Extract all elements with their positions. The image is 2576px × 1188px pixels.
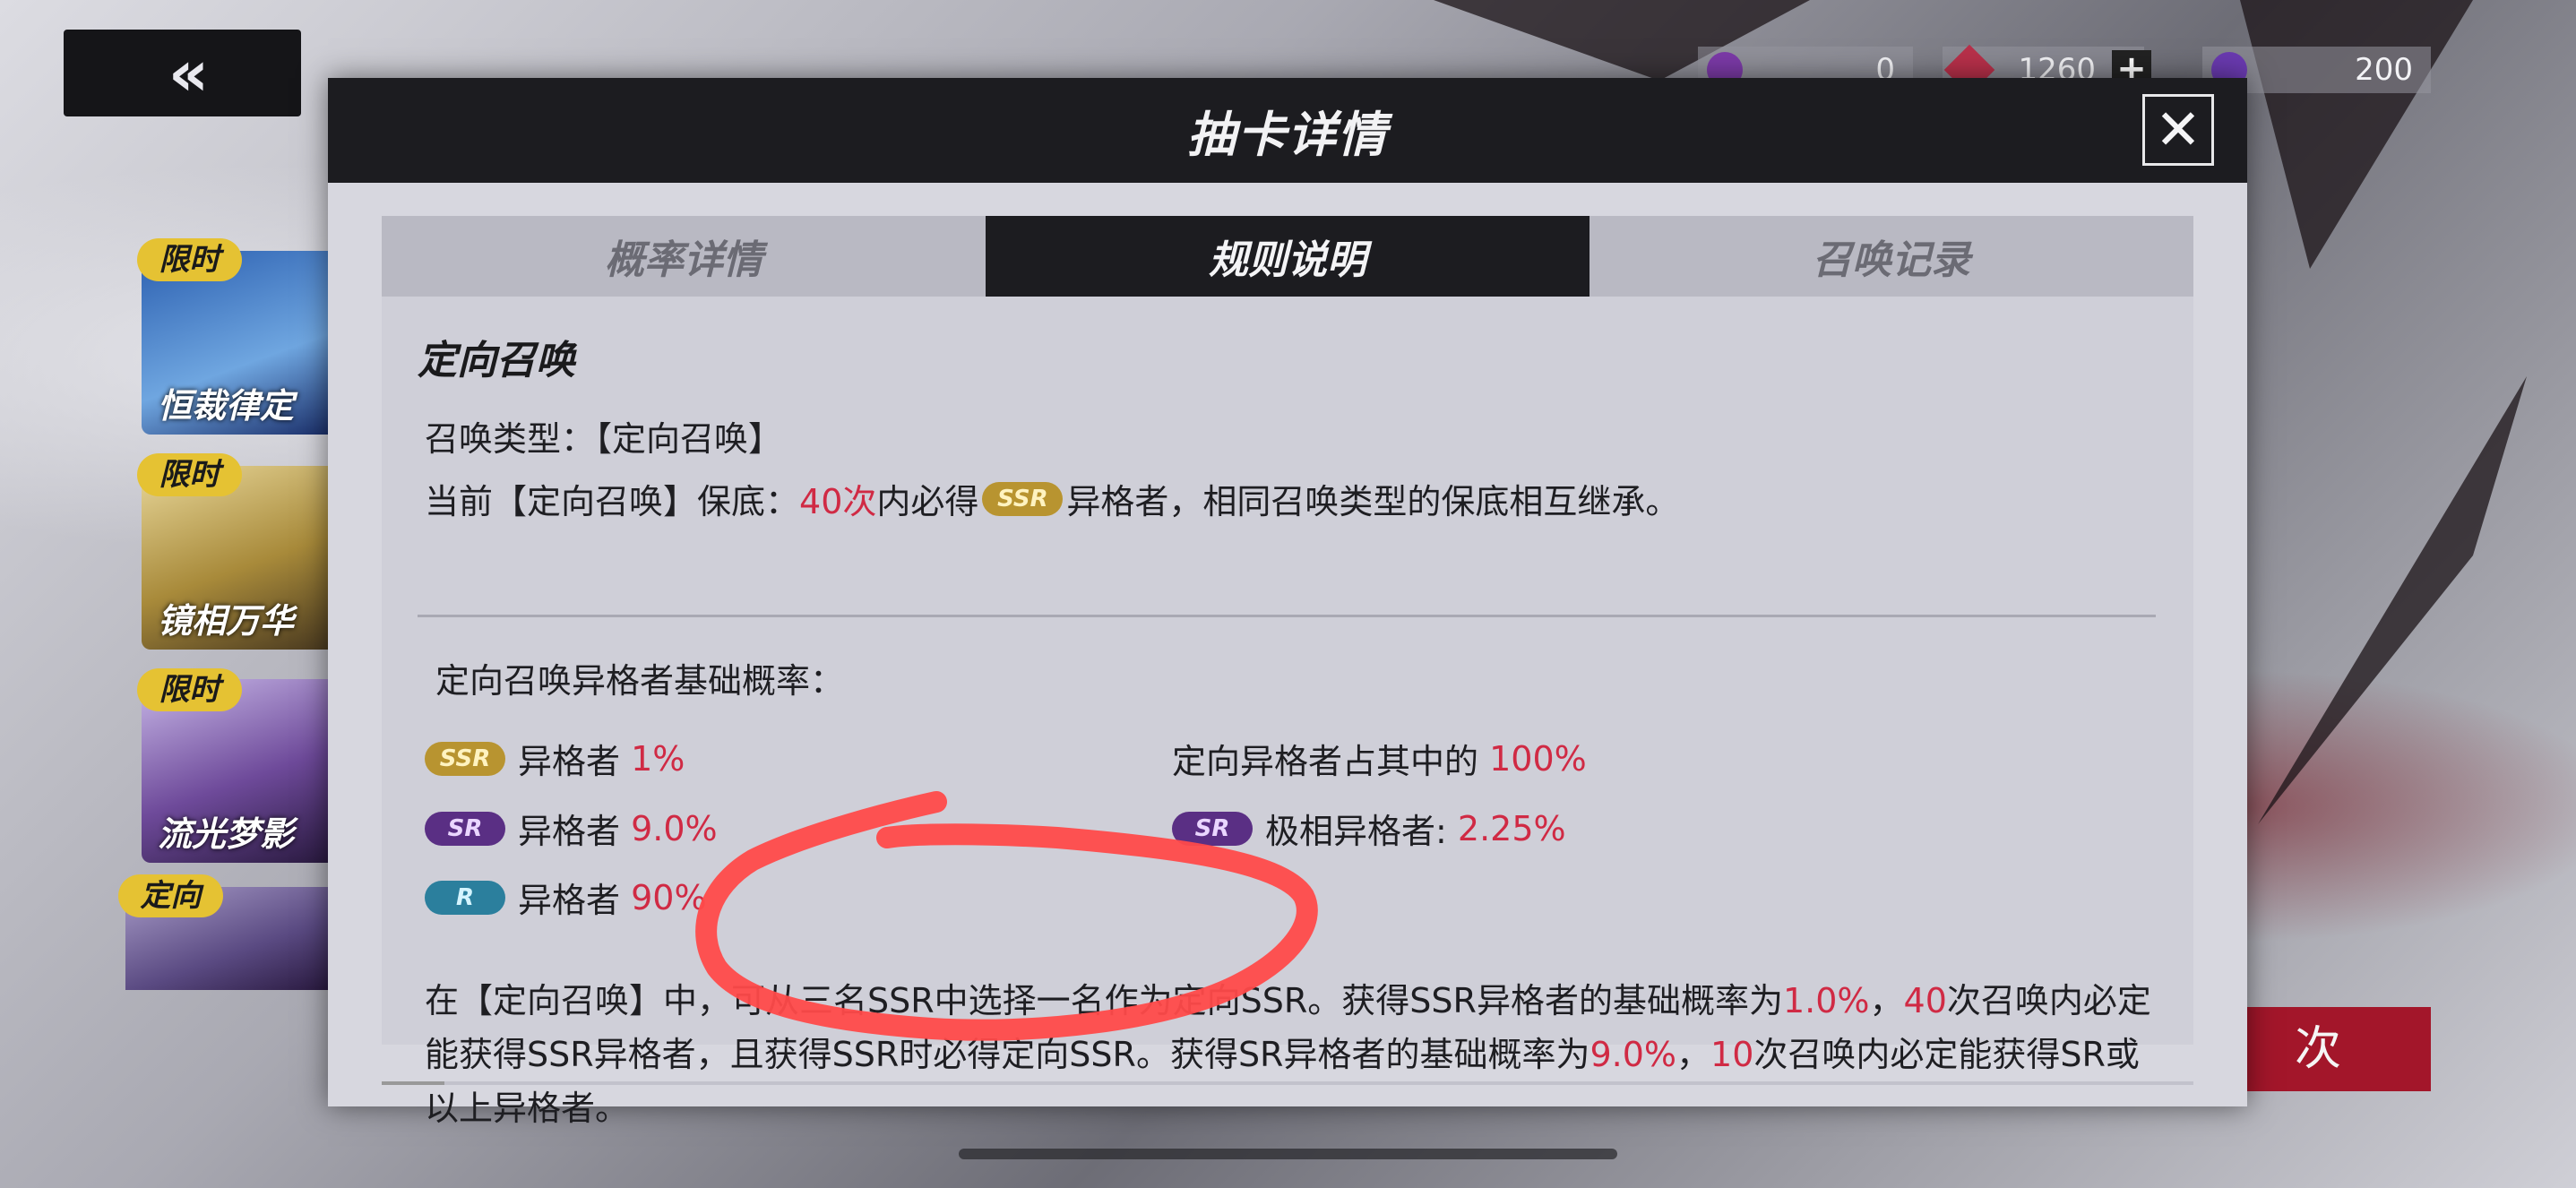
rate-row-ssr: SSR 异格者 1%: [425, 734, 685, 783]
close-button[interactable]: ✕: [2142, 94, 2214, 166]
rules-value: 40: [1903, 981, 1947, 1020]
rate-value: 2.25%: [1457, 808, 1566, 848]
rate-label: 异格者: [518, 812, 621, 851]
rules-text: ，: [1676, 1035, 1711, 1074]
banner-name: 恒裁律定: [158, 386, 295, 426]
rate-value: 90%: [631, 877, 707, 917]
currency-value: 200: [2355, 52, 2413, 88]
scroll-indicator: [382, 1081, 2193, 1085]
pity-count: 40次: [799, 482, 877, 521]
rate-row-r: R 异格者 90%: [425, 873, 707, 922]
rate-value: 9.0%: [631, 808, 718, 848]
close-icon: ✕: [2155, 97, 2201, 162]
summon-button[interactable]: 次: [2222, 1007, 2431, 1091]
rate-label: 极相异格者:: [1265, 812, 1447, 851]
banner-tag: 限时: [137, 453, 242, 496]
pity-line: 当前【定向召唤】保底： 40次 内必得 SSR 异格者，相同召唤类型的保底相互继承。: [425, 474, 1679, 523]
rules-value: 9.0%: [1590, 1035, 1677, 1074]
rate-row-sr: SR 异格者 9.0%: [425, 804, 718, 853]
divider: [418, 615, 2156, 617]
back-button[interactable]: «: [64, 30, 301, 116]
rate-value: 100%: [1489, 738, 1587, 779]
rules-value: 1.0%: [1782, 981, 1870, 1020]
summon-type-label: 召唤类型：: [425, 419, 596, 459]
rules-text: 在【定向召唤】中，可从三名SSR中选择一名作为定向SSR。获得SSR异格者的基础…: [425, 981, 1783, 1020]
summon-type-value: 【定向召唤】: [595, 419, 783, 459]
base-rate-title: 定向召唤异格者基础概率：: [435, 661, 845, 701]
section-title: 定向召唤: [418, 338, 575, 383]
home-indicator: [959, 1149, 1617, 1159]
double-chevron-left-icon: «: [168, 36, 209, 110]
sr-badge-icon: SR: [425, 811, 505, 846]
rate-label: 定向异格者占其中的: [1172, 742, 1479, 781]
tab-rules[interactable]: 规则说明: [986, 216, 1590, 302]
rate-label: 异格者: [518, 881, 621, 920]
modal-header: 抽卡详情 ✕: [328, 78, 2247, 183]
pity-suffix: 异格者，相同召唤类型的保底相互继承。: [1066, 482, 1680, 521]
modal-title: 抽卡详情: [1187, 107, 1388, 163]
pity-mid: 内必得: [876, 482, 979, 521]
rules-value: 10: [1710, 1035, 1754, 1074]
tab-summon-history[interactable]: 召唤记录: [1590, 216, 2193, 297]
sr-badge-icon: SR: [1172, 811, 1253, 846]
rules-content[interactable]: 定向召唤 召唤类型：【定向召唤】 当前【定向召唤】保底： 40次 内必得 SSR 异…: [382, 297, 2193, 1128]
banner-name: 镜相万华: [158, 601, 295, 641]
tab-bar: 概率详情 规则说明 召唤记录: [382, 216, 2193, 302]
rate-row-extreme: SR 极相异格者: 2.25%: [1172, 804, 1566, 853]
banner-tag: 限时: [137, 238, 242, 281]
banner-tag: 定向: [118, 874, 223, 917]
summon-type-line: 召唤类型：【定向召唤】: [425, 411, 782, 461]
gacha-detail-modal: 抽卡详情 ✕ 概率详情 规则说明 召唤记录 定向召唤 召唤类型：【定向召唤】 当…: [328, 78, 2247, 1128]
rules-paragraph: 在【定向召唤】中，可从三名SSR中选择一名作为定向SSR。获得SSR异格者的基础…: [425, 974, 2172, 1135]
summon-button-label: 次: [2294, 1022, 2341, 1076]
tab-probability[interactable]: 概率详情: [382, 216, 986, 297]
ssr-badge-icon: SSR: [425, 741, 505, 776]
rate-value: 1%: [631, 738, 685, 779]
rules-text: ，: [1869, 981, 1904, 1020]
ssr-badge-icon: SSR: [982, 481, 1064, 516]
banner-name: 流光梦影: [158, 814, 295, 854]
r-badge-icon: R: [425, 880, 505, 915]
rate-label: 异格者: [518, 742, 621, 781]
pity-prefix: 当前【定向召唤】保底：: [425, 482, 800, 521]
banner-tag: 限时: [137, 668, 242, 711]
rate-row-targeted: 定向异格者占其中的 100%: [1172, 734, 1587, 783]
